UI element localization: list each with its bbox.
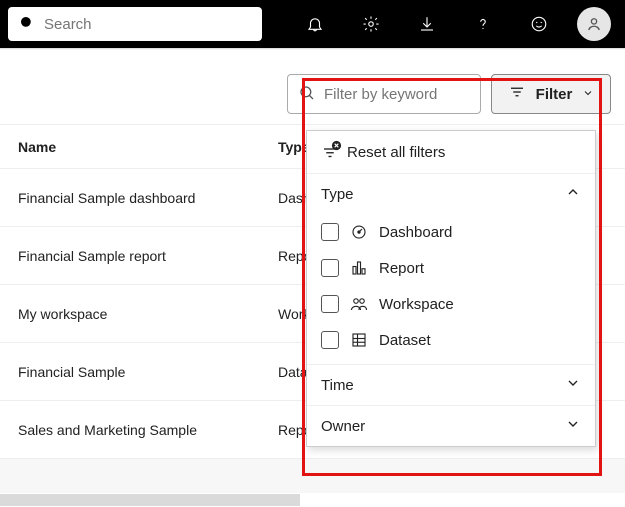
cell-name: My workspace [18, 306, 278, 322]
feedback-icon[interactable] [515, 0, 563, 48]
reset-all-filters[interactable]: Reset all filters [307, 131, 595, 173]
global-search[interactable] [8, 7, 262, 41]
help-icon[interactable] [459, 0, 507, 48]
topbar [0, 0, 625, 48]
filter-section-type[interactable]: Type [307, 173, 595, 214]
type-option-dataset[interactable]: Dataset [321, 330, 581, 350]
cell-name: Financial Sample report [18, 248, 278, 264]
account-avatar[interactable] [577, 7, 611, 41]
type-option-report[interactable]: Report [321, 258, 581, 278]
search-icon [18, 14, 36, 35]
global-search-input[interactable] [44, 16, 252, 33]
cell-name: Financial Sample dashboard [18, 190, 278, 206]
download-icon[interactable] [403, 0, 451, 48]
cell-name: Financial Sample [18, 364, 278, 380]
chevron-down-icon [565, 375, 581, 395]
settings-icon[interactable] [347, 0, 395, 48]
checkbox[interactable] [321, 259, 339, 277]
reset-label: Reset all filters [347, 144, 445, 161]
filter-icon [508, 83, 526, 105]
h-scrollbar-thumb[interactable] [0, 494, 300, 506]
checkbox[interactable] [321, 331, 339, 349]
section-label: Type [321, 186, 354, 203]
report-icon [349, 258, 369, 278]
toolbar: Filter [0, 50, 625, 124]
dashboard-icon [349, 222, 369, 242]
type-option-workspace[interactable]: Workspace [321, 294, 581, 314]
notifications-icon[interactable] [291, 0, 339, 48]
search-icon [298, 84, 316, 105]
option-label: Workspace [379, 296, 454, 313]
chevron-down-icon [582, 86, 594, 103]
chevron-up-icon [565, 184, 581, 204]
chevron-down-icon [565, 416, 581, 436]
cell-name: Sales and Marketing Sample [18, 422, 278, 438]
type-options: Dashboard Report Workspace Dataset [307, 214, 595, 364]
filter-section-time[interactable]: Time [307, 364, 595, 405]
option-label: Dashboard [379, 224, 452, 241]
checkbox[interactable] [321, 223, 339, 241]
option-label: Dataset [379, 332, 431, 349]
workspace-icon [349, 294, 369, 314]
checkbox[interactable] [321, 295, 339, 313]
col-header-name[interactable]: Name [18, 139, 278, 155]
type-option-dashboard[interactable]: Dashboard [321, 222, 581, 242]
reset-icon [321, 143, 339, 161]
filter-button[interactable]: Filter [491, 74, 611, 114]
section-label: Owner [321, 418, 365, 435]
filter-panel: Reset all filters Type Dashboard Report [306, 130, 596, 447]
h-scrollbar[interactable] [0, 493, 625, 507]
section-label: Time [321, 377, 354, 394]
dataset-icon [349, 330, 369, 350]
option-label: Report [379, 260, 424, 277]
filter-button-label: Filter [536, 86, 573, 103]
filter-section-owner[interactable]: Owner [307, 405, 595, 446]
filter-keyword[interactable] [287, 74, 481, 114]
